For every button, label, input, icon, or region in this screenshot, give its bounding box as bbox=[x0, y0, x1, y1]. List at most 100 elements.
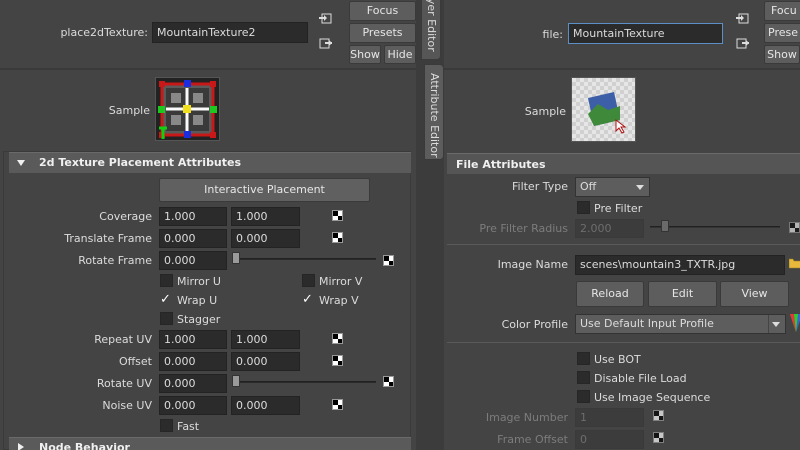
mirror-v-label: Mirror V bbox=[319, 275, 363, 288]
output-connection-icon[interactable] bbox=[319, 38, 333, 50]
image-number-map-icon[interactable] bbox=[653, 410, 664, 421]
mountain-image-icon bbox=[588, 92, 627, 134]
mirror-v-checkbox[interactable] bbox=[302, 274, 315, 287]
reload-button[interactable]: Reload bbox=[576, 281, 644, 307]
color-profile-dropdown[interactable]: Use Default Input Profile bbox=[575, 314, 786, 334]
pre-filter-radius-label: Pre Filter Radius bbox=[479, 222, 568, 235]
translate-frame-v-field[interactable]: 0.000 bbox=[231, 229, 300, 248]
noise-u-field[interactable]: 0.000 bbox=[159, 396, 227, 415]
filter-type-dropdown[interactable]: Off bbox=[575, 177, 650, 197]
tab-layer-editor[interactable]: Layer Editor bbox=[421, 0, 441, 60]
coverage-v-field[interactable]: 1.000 bbox=[231, 207, 300, 226]
dropdown-arrow-icon bbox=[636, 185, 644, 190]
repeat-v-field[interactable]: 1.000 bbox=[231, 330, 300, 349]
stagger-checkbox[interactable] bbox=[160, 312, 173, 325]
frame-offset-field[interactable]: 0 bbox=[575, 430, 644, 449]
show-button[interactable]: Show bbox=[349, 45, 381, 64]
repeat-uv-map-icon[interactable] bbox=[332, 333, 343, 344]
pre-filter-radius-map-icon[interactable] bbox=[789, 222, 800, 233]
coverage-map-icon[interactable] bbox=[332, 210, 343, 221]
section-header-file-attributes[interactable]: File Attributes bbox=[447, 153, 800, 174]
place2d-swatch bbox=[155, 77, 220, 141]
use-image-sequence-label: Use Image Sequence bbox=[594, 391, 711, 404]
offset-v-field[interactable]: 0.000 bbox=[231, 352, 300, 371]
disable-file-load-checkbox[interactable] bbox=[577, 371, 590, 384]
hide-button[interactable]: Hide bbox=[384, 45, 416, 64]
sample-label: Sample bbox=[108, 104, 150, 117]
rotate-uv-field[interactable]: 0.000 bbox=[159, 374, 227, 393]
separator bbox=[447, 342, 800, 343]
right-panel-divider bbox=[444, 68, 800, 70]
rotate-uv-slider-track[interactable] bbox=[234, 381, 376, 383]
dropdown-arrow-icon bbox=[772, 322, 780, 327]
rotate-frame-map-icon[interactable] bbox=[383, 255, 394, 266]
section-header-node-behavior[interactable]: Node Behavior bbox=[9, 437, 411, 450]
mirror-u-label: Mirror U bbox=[177, 275, 221, 288]
frame-offset-map-icon[interactable] bbox=[653, 432, 664, 443]
section-title: 2d Texture Placement Attributes bbox=[39, 156, 242, 169]
tab-layer-editor-label: Layer Editor bbox=[425, 0, 438, 52]
file-attributes-title: File Attributes bbox=[456, 158, 546, 171]
node-name-field[interactable]: MountainTexture2 bbox=[152, 22, 308, 43]
pre-filter-checkbox[interactable] bbox=[577, 201, 590, 214]
file-node-label: file: bbox=[542, 28, 563, 41]
noise-v-field[interactable]: 0.000 bbox=[231, 396, 300, 415]
pre-filter-radius-slider-thumb[interactable] bbox=[661, 220, 669, 232]
image-name-field[interactable]: scenes\mountain3_TXTR.jpg bbox=[575, 255, 785, 275]
color-wheel-icon[interactable] bbox=[790, 314, 800, 332]
pre-filter-radius-field[interactable]: 2.000 bbox=[575, 219, 644, 238]
wrap-v-checkbox[interactable]: ✓ bbox=[302, 293, 313, 306]
input-connection-icon[interactable] bbox=[736, 13, 750, 25]
coverage-u-field[interactable]: 1.000 bbox=[159, 207, 227, 226]
rotate-uv-map-icon[interactable] bbox=[383, 376, 394, 387]
offset-map-icon[interactable] bbox=[332, 355, 343, 366]
focus-button[interactable]: Focus bbox=[349, 1, 416, 21]
noise-uv-label: Noise UV bbox=[102, 399, 152, 412]
use-image-sequence-checkbox[interactable] bbox=[577, 390, 590, 403]
fast-checkbox[interactable] bbox=[160, 419, 173, 432]
show-button-right[interactable]: Show bbox=[764, 45, 800, 64]
filter-type-label: Filter Type bbox=[511, 180, 568, 193]
repeat-u-field[interactable]: 1.000 bbox=[159, 330, 227, 349]
offset-u-field[interactable]: 0.000 bbox=[159, 352, 227, 371]
view-button[interactable]: View bbox=[720, 281, 789, 307]
repeat-uv-label: Repeat UV bbox=[94, 333, 152, 346]
fast-label: Fast bbox=[177, 420, 200, 433]
node-behavior-title: Node Behavior bbox=[39, 441, 130, 450]
file-sample-label: Sample bbox=[524, 105, 566, 118]
translate-frame-map-icon[interactable] bbox=[332, 232, 343, 243]
file-node-field[interactable]: MountainTexture bbox=[568, 23, 723, 44]
rotate-frame-field[interactable]: 0.000 bbox=[159, 251, 227, 270]
pre-filter-radius-slider-track[interactable] bbox=[650, 226, 780, 228]
interactive-placement-button[interactable]: Interactive Placement bbox=[159, 178, 370, 202]
noise-uv-map-icon[interactable] bbox=[332, 399, 343, 410]
expand-triangle-icon bbox=[18, 443, 24, 450]
offset-label: Offset bbox=[118, 355, 152, 368]
tab-attribute-editor-label: Attribute Editor bbox=[428, 73, 441, 158]
wrap-u-checkbox[interactable]: ✓ bbox=[160, 293, 171, 306]
node-name-label: place2dTexture: bbox=[60, 26, 148, 39]
section-header-2d-placement[interactable]: 2d Texture Placement Attributes bbox=[9, 152, 411, 173]
presets-button-right[interactable]: Prese bbox=[764, 23, 800, 43]
color-profile-label: Color Profile bbox=[501, 318, 568, 331]
rotate-frame-slider-thumb[interactable] bbox=[232, 252, 240, 264]
image-number-field[interactable]: 1 bbox=[575, 408, 644, 427]
rotate-frame-label: Rotate Frame bbox=[78, 254, 152, 267]
output-connection-icon[interactable] bbox=[736, 38, 750, 50]
rotate-uv-slider-thumb[interactable] bbox=[232, 375, 240, 387]
input-connection-icon[interactable] bbox=[319, 13, 333, 25]
presets-button[interactable]: Presets bbox=[349, 23, 416, 43]
mirror-u-checkbox[interactable] bbox=[160, 274, 173, 287]
tab-attribute-editor[interactable]: Attribute Editor bbox=[424, 64, 444, 160]
focus-button-right[interactable]: Focu bbox=[764, 1, 800, 21]
translate-frame-u-field[interactable]: 0.000 bbox=[159, 229, 227, 248]
translate-frame-label: Translate Frame bbox=[64, 232, 152, 245]
file-sample-swatch bbox=[571, 77, 636, 142]
panel-divider bbox=[0, 68, 422, 70]
folder-icon[interactable] bbox=[788, 257, 800, 269]
use-bot-checkbox[interactable] bbox=[577, 352, 590, 365]
image-name-label: Image Name bbox=[497, 258, 568, 271]
coverage-label: Coverage bbox=[99, 210, 152, 223]
edit-button[interactable]: Edit bbox=[648, 281, 717, 307]
rotate-frame-slider-track[interactable] bbox=[234, 258, 376, 260]
